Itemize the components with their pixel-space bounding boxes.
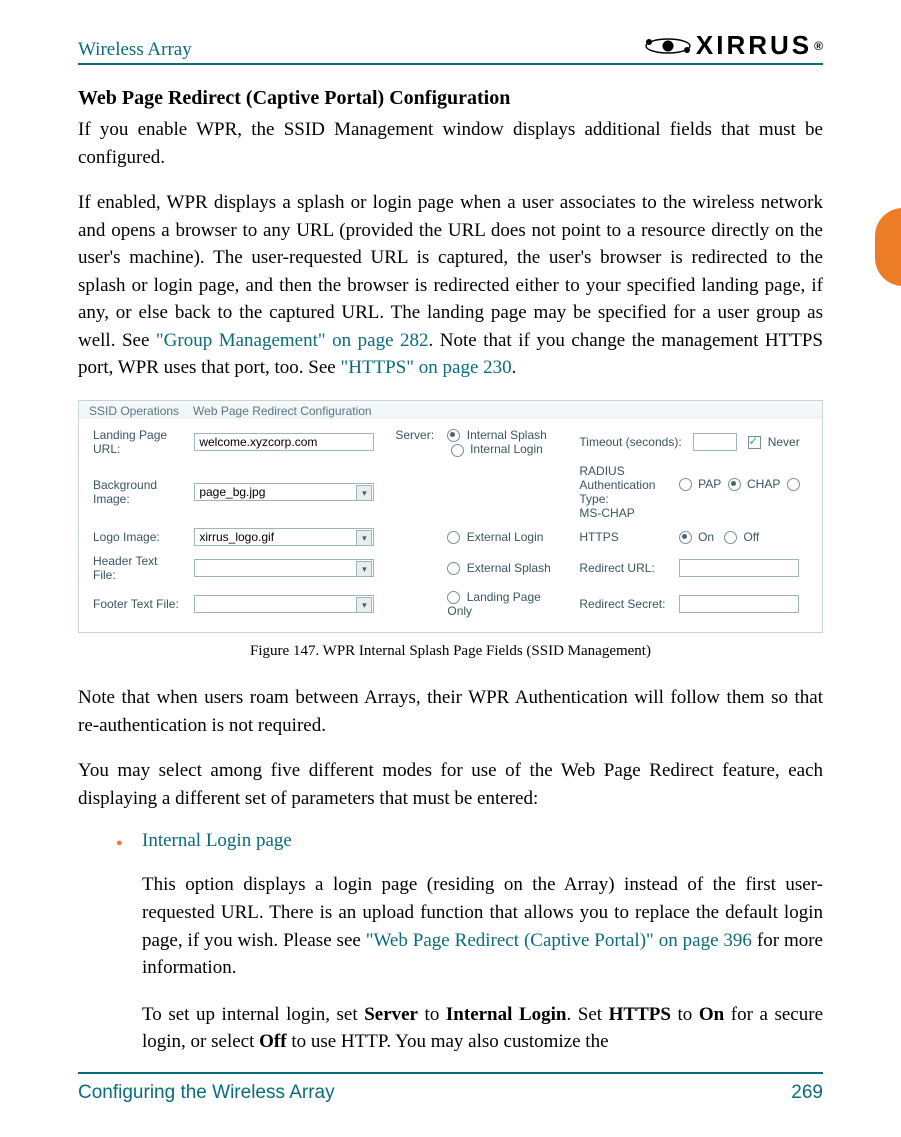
input-landing-url[interactable] (194, 433, 374, 451)
text-run: . (512, 357, 517, 378)
label-timeout: Timeout (seconds): (579, 435, 681, 449)
label-server: Server: (395, 428, 434, 442)
input-header-file[interactable] (194, 559, 374, 577)
radio-external-login[interactable] (447, 531, 460, 544)
figure-tab-wpr-config: Web Page Redirect Configuration (193, 404, 372, 418)
registered-mark: ® (814, 39, 823, 53)
xref-group-management[interactable]: "Group Management" on page 282 (156, 330, 429, 351)
footer-page-number: 269 (791, 1082, 823, 1104)
opt-external-splash: External Splash (467, 561, 551, 575)
radio-https-on[interactable] (679, 531, 692, 544)
radio-landing-only[interactable] (447, 591, 460, 604)
input-redirect-url[interactable] (679, 559, 799, 577)
dropdown-arrow-icon[interactable]: ▾ (356, 530, 372, 546)
label-https: HTTPS (579, 530, 675, 544)
dropdown-arrow-icon[interactable]: ▾ (356, 485, 372, 501)
opt-internal-splash: Internal Splash (467, 428, 547, 442)
page-header: Wireless Array XIRRUS® (78, 30, 823, 65)
text-run: . Set (566, 1004, 608, 1025)
opt-external-login: External Login (467, 530, 544, 544)
radio-https-off[interactable] (724, 531, 737, 544)
brand-logo: XIRRUS® (644, 30, 823, 61)
bold-on: On (699, 1004, 724, 1025)
radio-pap[interactable] (679, 478, 692, 491)
label-radius-auth: RADIUS Authentication Type: (579, 464, 675, 506)
xirrus-orbit-icon (644, 34, 692, 58)
opt-on: On (698, 530, 714, 544)
label-bg-image: Background Image: (87, 460, 188, 524)
intro-paragraph-1: If you enable WPR, the SSID Management w… (78, 116, 823, 171)
opt-chap: CHAP (747, 477, 780, 491)
internal-login-desc: This option displays a login page (resid… (142, 871, 823, 981)
checkbox-never[interactable] (748, 436, 761, 449)
bold-internal-login: Internal Login (446, 1004, 567, 1025)
opt-internal-login: Internal Login (470, 442, 543, 456)
bold-off: Off (259, 1031, 286, 1052)
input-logo-image[interactable] (194, 528, 374, 546)
opt-mschap: MS-CHAP (579, 506, 634, 520)
section-heading: Web Page Redirect (Captive Portal) Confi… (78, 87, 823, 110)
modes-intro-paragraph: You may select among five different mode… (78, 757, 823, 812)
input-timeout[interactable] (693, 433, 737, 451)
label-landing-url: Landing Page URL: (87, 424, 188, 460)
radio-external-splash[interactable] (447, 562, 460, 575)
label-never: Never (768, 435, 800, 449)
label-redirect-url: Redirect URL: (579, 561, 675, 575)
label-logo-image: Logo Image: (87, 524, 188, 550)
opt-landing-only: Landing Page Only (447, 590, 540, 618)
side-tab-decoration (875, 208, 901, 286)
roaming-paragraph: Note that when users roam between Arrays… (78, 684, 823, 739)
bold-https: HTTPS (609, 1004, 671, 1025)
figure-caption: Figure 147. WPR Internal Splash Page Fie… (78, 643, 823, 660)
radio-internal-splash[interactable] (447, 429, 460, 442)
radio-internal-login[interactable] (451, 444, 464, 457)
text-run: to (671, 1004, 699, 1025)
brand-text: XIRRUS (696, 30, 812, 61)
input-redirect-secret[interactable] (679, 595, 799, 613)
radio-mschap[interactable] (787, 478, 800, 491)
label-footer-file: Footer Text File: (87, 586, 188, 622)
footer-section: Configuring the Wireless Array (78, 1082, 335, 1104)
label-header-file: Header Text File: (87, 550, 188, 586)
text-run: To set up internal login, set (142, 1004, 364, 1025)
label-redirect-secret: Redirect Secret: (579, 597, 675, 611)
opt-off: Off (743, 530, 759, 544)
text-run: to use HTTP. You may also customize the (287, 1031, 609, 1052)
input-footer-file[interactable] (194, 595, 374, 613)
xref-https[interactable]: "HTTPS" on page 230 (340, 357, 511, 378)
radio-chap[interactable] (728, 478, 741, 491)
header-title: Wireless Array (78, 39, 192, 61)
bullet-internal-login: Internal Login page (116, 830, 823, 852)
figure-wpr-config: SSID Operations Web Page Redirect Config… (78, 400, 823, 633)
figure-tab-ssid-ops: SSID Operations (89, 404, 179, 418)
page-footer: Configuring the Wireless Array 269 (78, 1072, 823, 1104)
intro-paragraph-2: If enabled, WPR displays a splash or log… (78, 189, 823, 382)
xref-wpr-captive[interactable]: "Web Page Redirect (Captive Portal)" on … (366, 930, 752, 951)
text-run: If enabled, WPR displays a splash or log… (78, 192, 823, 351)
input-bg-image[interactable] (194, 483, 374, 501)
dropdown-arrow-icon[interactable]: ▾ (356, 561, 372, 577)
text-run: to (418, 1004, 446, 1025)
dropdown-arrow-icon[interactable]: ▾ (356, 597, 372, 613)
opt-pap: PAP (698, 477, 721, 491)
bullet-label: Internal Login page (142, 830, 292, 851)
internal-login-setup: To set up internal login, set Server to … (142, 1001, 823, 1056)
bold-server: Server (364, 1004, 418, 1025)
